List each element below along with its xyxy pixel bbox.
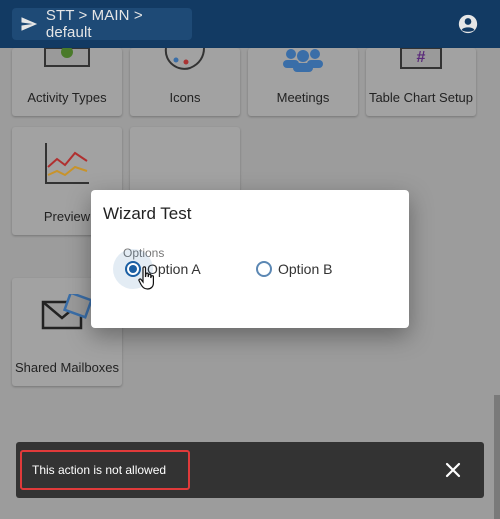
gear-tag-icon (44, 48, 90, 67)
mail-icon (41, 294, 93, 330)
palette-icon (164, 48, 205, 70)
radio-button-b[interactable] (256, 261, 272, 277)
people-icon (283, 49, 323, 72)
snackbar-message: This action is not allowed (32, 463, 167, 477)
chart-lines-icon (45, 143, 89, 184)
snackbar-message-highlight: This action is not allowed (20, 450, 190, 490)
account-circle-icon[interactable] (458, 14, 478, 34)
hash-icon: # (400, 48, 442, 69)
radio-option-a[interactable]: Option A (113, 249, 201, 289)
tile-label: Shared Mailboxes (14, 360, 120, 375)
tile-table-chart-setup[interactable]: # Table Chart Setup (366, 48, 476, 116)
radio-label-b: Option B (278, 261, 333, 277)
tile-meetings[interactable]: Meetings (248, 48, 358, 116)
close-icon[interactable] (444, 461, 462, 479)
send-icon (21, 17, 38, 31)
tile-icons[interactable]: Icons (130, 48, 240, 116)
breadcrumb[interactable]: STT > MAIN > default (12, 7, 192, 41)
scrollbar-thumb[interactable] (494, 395, 500, 519)
snackbar: This action is not allowed (16, 442, 484, 498)
svg-text:#: # (417, 49, 426, 66)
tile-label: Meetings (276, 90, 330, 105)
dialog-title: Wizard Test (103, 204, 192, 223)
hand-cursor-icon (138, 266, 154, 290)
tile-label: Icons (169, 90, 201, 105)
tile-label: Activity Types (27, 90, 107, 105)
app-bar: STT > MAIN > default (0, 0, 500, 48)
radio-option-b[interactable]: Option B (256, 261, 332, 277)
tile-label: Table Chart Setup (368, 90, 474, 105)
wizard-dialog: Wizard Test Options Option A Option B (91, 190, 409, 328)
tile-activity-types[interactable]: Activity Types (12, 48, 122, 116)
breadcrumb-text: STT > MAIN > default (45, 7, 143, 41)
